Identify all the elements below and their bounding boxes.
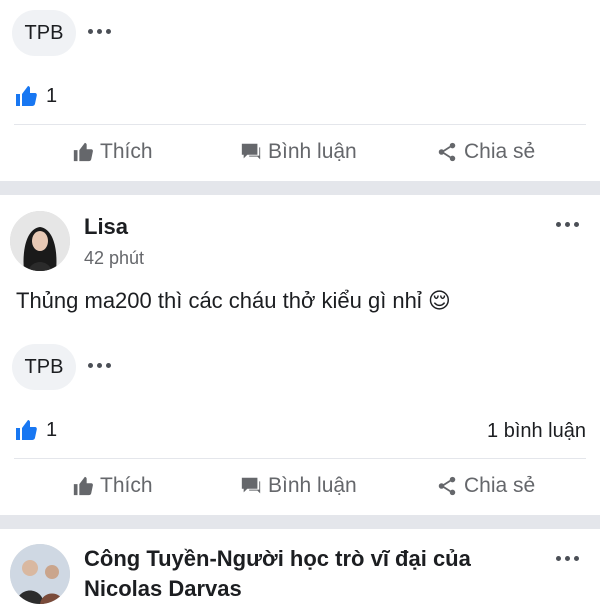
thumbs-up-icon: [73, 476, 93, 496]
comment-button[interactable]: Bình luận: [240, 474, 357, 498]
comments-count[interactable]: 1 bình luận: [487, 420, 586, 443]
comment-label: Bình luận: [268, 140, 357, 163]
post-separator: [0, 515, 600, 529]
comment-icon: [241, 143, 261, 160]
like-reaction-icon: [16, 86, 37, 106]
like-count: 1: [46, 418, 58, 441]
divider: [14, 124, 586, 125]
like-reaction-icon: [16, 420, 37, 440]
reaction-summary[interactable]: 1: [14, 418, 57, 442]
author-name-line1[interactable]: Công Tuyền-Người học trò vĩ đại của: [84, 546, 471, 572]
like-label: Thích: [100, 140, 153, 163]
more-icon[interactable]: [88, 29, 111, 34]
like-label: Thích: [100, 474, 153, 497]
avatar-image: [10, 544, 70, 604]
tag-pill[interactable]: TPB: [12, 344, 76, 390]
comment-label: Bình luận: [268, 474, 357, 497]
tag-pill[interactable]: TPB: [12, 10, 76, 56]
comment-icon: [241, 477, 261, 494]
avatar-image: [10, 211, 70, 271]
post-separator: [0, 181, 600, 195]
tag-label: TPB: [24, 355, 64, 378]
thumbs-up-icon: [73, 142, 93, 162]
comment-button[interactable]: Bình luận: [240, 140, 357, 164]
like-count: 1: [46, 84, 58, 107]
share-icon: [438, 476, 456, 496]
more-icon[interactable]: [556, 222, 579, 227]
share-button[interactable]: Chia sẻ: [436, 140, 535, 164]
avatar[interactable]: [10, 544, 70, 604]
divider: [14, 458, 586, 459]
post-text: Thủng ma200 thì các cháu thở kiểu gì nhỉ…: [16, 288, 451, 313]
more-icon[interactable]: [556, 556, 579, 561]
share-button[interactable]: Chia sẻ: [436, 474, 535, 498]
author-name-line2[interactable]: Nicolas Darvas: [84, 576, 242, 602]
author-name[interactable]: Lisa: [84, 214, 128, 240]
avatar[interactable]: [10, 211, 70, 271]
like-button[interactable]: Thích: [72, 140, 153, 164]
reaction-summary[interactable]: 1: [14, 84, 57, 108]
like-button[interactable]: Thích: [72, 474, 153, 498]
share-label: Chia sẻ: [464, 140, 536, 163]
tag-label: TPB: [24, 21, 64, 44]
share-icon: [438, 142, 456, 162]
share-label: Chia sẻ: [464, 474, 536, 497]
post-time: 42 phút: [84, 248, 145, 268]
more-icon[interactable]: [88, 363, 111, 368]
